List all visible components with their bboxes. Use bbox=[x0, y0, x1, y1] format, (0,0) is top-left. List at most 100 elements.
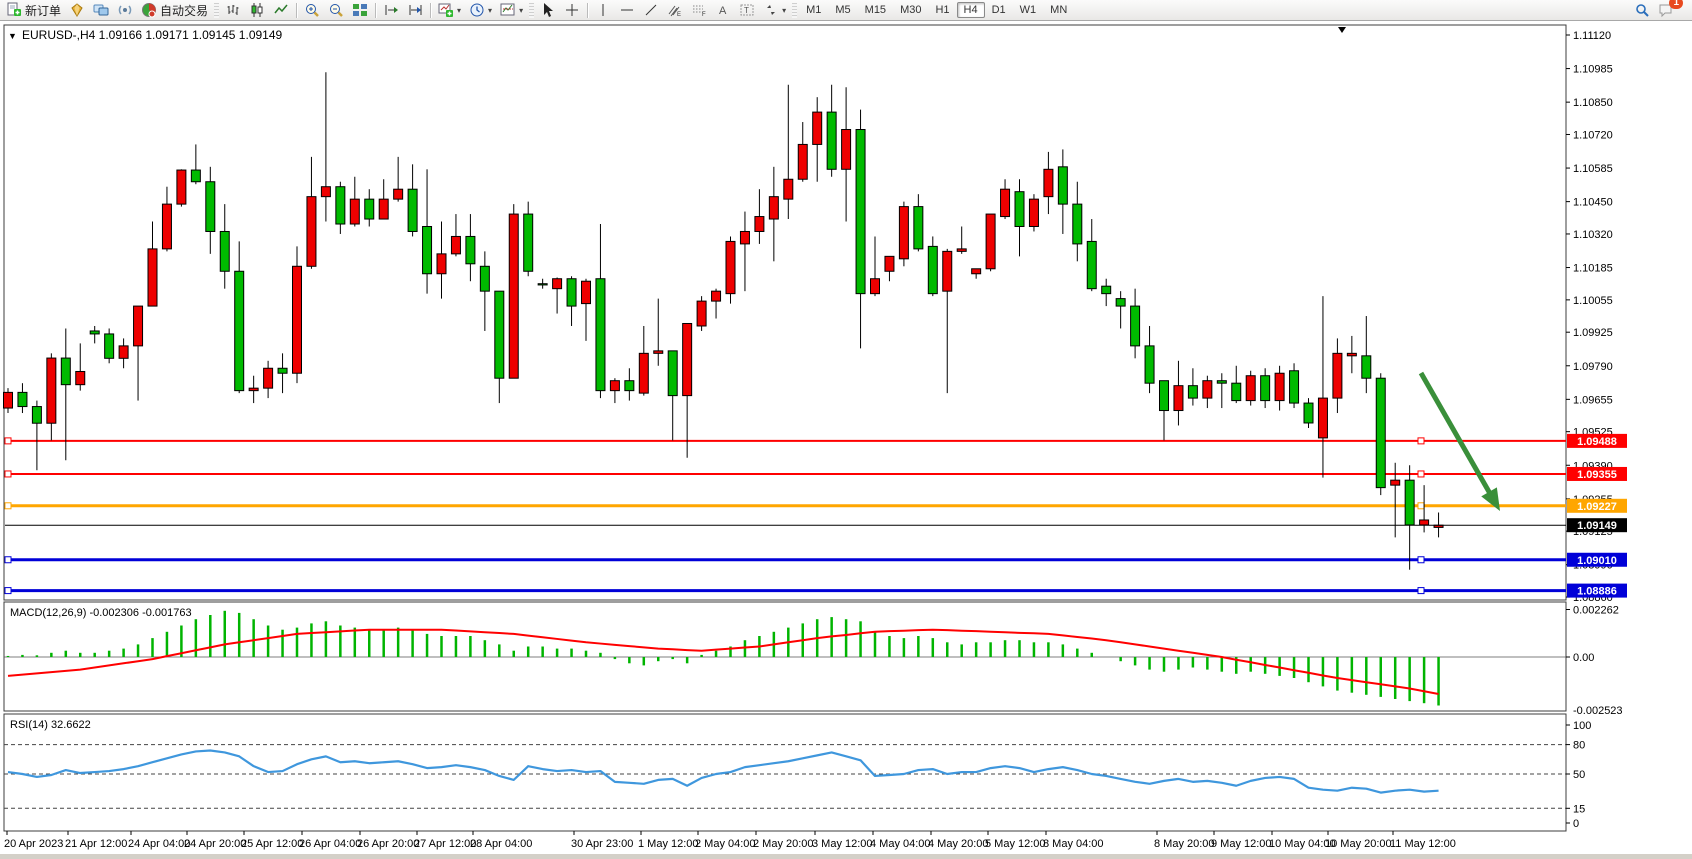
clock-icon bbox=[469, 2, 485, 18]
autotrade-icon bbox=[141, 2, 157, 18]
line-handle[interactable] bbox=[5, 471, 11, 477]
tf-d1[interactable]: D1 bbox=[985, 2, 1013, 18]
equidistant-channel-tool-button[interactable]: E bbox=[663, 0, 687, 21]
auto-scroll-button[interactable] bbox=[379, 0, 403, 21]
tf-m5[interactable]: M5 bbox=[828, 2, 857, 18]
search-icon bbox=[1634, 2, 1650, 18]
svg-text:1.09355: 1.09355 bbox=[1577, 469, 1617, 481]
horizontal-line-icon bbox=[619, 2, 635, 18]
tf-h1[interactable]: H1 bbox=[928, 2, 956, 18]
line-handle[interactable] bbox=[5, 503, 11, 509]
time-label: 8 May 04:00 bbox=[1043, 838, 1104, 850]
chart-shift-button[interactable] bbox=[403, 0, 427, 21]
vertical-line-tool-button[interactable] bbox=[591, 0, 615, 21]
toolbar-grip bbox=[792, 3, 797, 18]
line-handle[interactable] bbox=[1418, 588, 1424, 594]
tf-m30[interactable]: M30 bbox=[893, 2, 928, 18]
time-axis[interactable] bbox=[7, 831, 1393, 835]
time-label: 10 May 20:00 bbox=[1325, 838, 1392, 850]
cursor-icon bbox=[540, 2, 556, 18]
dropdown-arrow-icon: ▾ bbox=[519, 6, 523, 15]
auto-scroll-icon bbox=[383, 2, 399, 18]
zoom-out-button[interactable] bbox=[324, 0, 348, 21]
text-label-tool-button[interactable]: T bbox=[735, 0, 759, 21]
svg-text:0: 0 bbox=[1573, 818, 1579, 830]
tile-windows-button[interactable] bbox=[348, 0, 372, 21]
indicators-button[interactable]: ▾ bbox=[496, 0, 527, 21]
trendline-icon bbox=[643, 2, 659, 18]
time-label: 26 Apr 20:00 bbox=[357, 838, 419, 850]
period-button[interactable]: ▾ bbox=[465, 0, 496, 21]
svg-text:1.09488: 1.09488 bbox=[1577, 436, 1617, 448]
svg-text:1.10055: 1.10055 bbox=[1573, 295, 1613, 307]
fibonacci-tool-button[interactable]: F bbox=[687, 0, 711, 21]
notification-badge: 1 bbox=[1669, 0, 1683, 9]
main-toolbar: 新订单 自动交易 bbox=[0, 0, 1692, 21]
text-icon: A bbox=[715, 2, 731, 18]
crosshair-tool-button[interactable] bbox=[560, 0, 584, 21]
line-handle[interactable] bbox=[5, 557, 11, 563]
svg-text:100: 100 bbox=[1573, 720, 1591, 732]
tf-m1[interactable]: M1 bbox=[799, 2, 828, 18]
arrows-icon bbox=[763, 2, 779, 18]
svg-text:A: A bbox=[719, 5, 727, 17]
svg-text:E: E bbox=[677, 12, 681, 18]
line-handle[interactable] bbox=[5, 438, 11, 444]
chart-pane[interactable] bbox=[4, 714, 1566, 831]
zoom-in-button[interactable] bbox=[300, 0, 324, 21]
text-tool-button[interactable]: A bbox=[711, 0, 735, 21]
line-handle[interactable] bbox=[1418, 438, 1424, 444]
new-chart-button[interactable]: ▾ bbox=[434, 0, 465, 21]
svg-text:1.10985: 1.10985 bbox=[1573, 64, 1613, 76]
line-handle[interactable] bbox=[1418, 557, 1424, 563]
market-watch-button[interactable] bbox=[89, 0, 113, 21]
svg-text:-0.002523: -0.002523 bbox=[1573, 705, 1623, 717]
gem-icon bbox=[69, 2, 85, 18]
rsi-label: RSI(14) 32.6622 bbox=[10, 719, 91, 731]
line-handle[interactable] bbox=[5, 588, 11, 594]
svg-text:1.10585: 1.10585 bbox=[1573, 163, 1613, 175]
data-window-button[interactable] bbox=[113, 0, 137, 21]
line-handle[interactable] bbox=[1418, 503, 1424, 509]
new-order-button[interactable]: 新订单 bbox=[2, 0, 65, 21]
trendline-tool-button[interactable] bbox=[639, 0, 663, 21]
time-label: 8 May 20:00 bbox=[1154, 838, 1215, 850]
chart-menu-marker: ▼ bbox=[8, 31, 17, 41]
cursor-tool-button[interactable] bbox=[536, 0, 560, 21]
indicators-icon bbox=[500, 2, 516, 18]
tile-windows-icon bbox=[352, 2, 368, 18]
arrows-tool-button[interactable]: ▾ bbox=[759, 0, 790, 21]
horizontal-line-tool-button[interactable] bbox=[615, 0, 639, 21]
bar-chart-type-button[interactable] bbox=[221, 0, 245, 21]
line-chart-type-button[interactable] bbox=[269, 0, 293, 21]
svg-text:15: 15 bbox=[1573, 803, 1585, 815]
autotrade-button[interactable]: 自动交易 bbox=[137, 0, 212, 21]
time-label: 28 Apr 04:00 bbox=[470, 838, 532, 850]
chart-window: 1.111201.109851.108501.107201.105851.104… bbox=[0, 21, 1692, 854]
svg-text:50: 50 bbox=[1573, 769, 1585, 781]
svg-text:1.10320: 1.10320 bbox=[1573, 229, 1613, 241]
toolbar-separator bbox=[587, 3, 588, 18]
svg-text:1.09149: 1.09149 bbox=[1577, 520, 1617, 532]
line-handle[interactable] bbox=[1418, 471, 1424, 477]
svg-text:1.11120: 1.11120 bbox=[1573, 30, 1611, 42]
tf-mn[interactable]: MN bbox=[1043, 2, 1074, 18]
chart-title: EURUSD-,H4 1.09166 1.09171 1.09145 1.091… bbox=[22, 28, 283, 42]
tf-m15[interactable]: M15 bbox=[858, 2, 893, 18]
time-label: 4 May 04:00 bbox=[870, 838, 931, 850]
search-button[interactable] bbox=[1630, 0, 1654, 21]
tf-h4[interactable]: H4 bbox=[957, 2, 985, 18]
toolbar-separator bbox=[296, 3, 297, 18]
time-label: 21 Apr 12:00 bbox=[65, 838, 127, 850]
favorites-button[interactable] bbox=[65, 0, 89, 21]
candle-chart-type-button[interactable] bbox=[245, 0, 269, 21]
time-label: 20 Apr 2023 bbox=[4, 838, 63, 850]
svg-text:0.002262: 0.002262 bbox=[1573, 604, 1619, 616]
vertical-line-icon bbox=[595, 2, 611, 18]
new-order-label: 新订单 bbox=[25, 2, 61, 19]
notifications-button[interactable]: 1 bbox=[1654, 0, 1678, 21]
chart-canvas[interactable]: 1.111201.109851.108501.107201.105851.104… bbox=[0, 21, 1692, 854]
crosshair-icon bbox=[564, 2, 580, 18]
tf-w1[interactable]: W1 bbox=[1013, 2, 1044, 18]
dropdown-arrow-icon: ▾ bbox=[782, 6, 786, 15]
